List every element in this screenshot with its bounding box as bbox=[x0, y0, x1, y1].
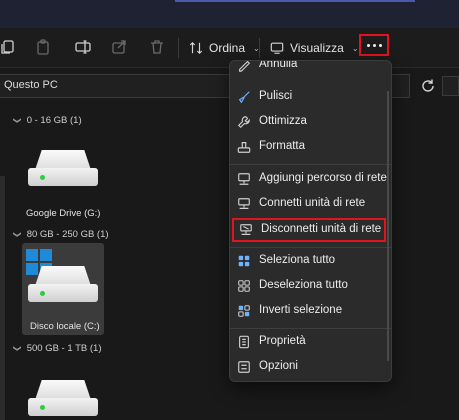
view-button[interactable]: Visualizza ⌄ bbox=[270, 36, 359, 60]
select-none-icon bbox=[236, 278, 252, 294]
network-location-icon bbox=[236, 171, 252, 187]
properties-icon bbox=[236, 334, 252, 350]
address-location: Questo PC bbox=[4, 79, 58, 91]
paste-icon[interactable] bbox=[34, 38, 52, 56]
menu-item-label: Proprietà bbox=[259, 335, 306, 347]
group-label: 0 - 16 GB (1) bbox=[26, 114, 82, 126]
group-header[interactable]: ❯ 500 GB - 1 TB (1) bbox=[12, 341, 102, 355]
menu-item-label: Seleziona tutto bbox=[259, 254, 336, 266]
toolbar-separator bbox=[178, 38, 179, 58]
chevron-down-icon: ⌄ bbox=[351, 43, 359, 53]
drive-led bbox=[40, 291, 45, 296]
group-header[interactable]: ❯ 0 - 16 GB (1) bbox=[12, 113, 82, 127]
chevron-icon: ❯ bbox=[12, 116, 22, 124]
menu-separator bbox=[230, 164, 391, 165]
rename-icon[interactable] bbox=[74, 38, 92, 56]
menu-scrollbar[interactable] bbox=[387, 91, 389, 361]
more-options-menu: Annulla Pulisci Ottimizza Formatta Aggiu… bbox=[229, 60, 392, 382]
drive-label: Google Drive (G:) bbox=[26, 208, 101, 219]
title-glow bbox=[175, 0, 415, 2]
menu-item-label: Ottimizza bbox=[259, 115, 307, 127]
menu-item-map-network-drive[interactable]: Connetti unità di rete bbox=[230, 192, 391, 216]
chevron-icon: ❯ bbox=[12, 344, 22, 352]
menu-item-label: Deseleziona tutto bbox=[259, 279, 348, 291]
search-box[interactable] bbox=[442, 76, 459, 96]
view-icon bbox=[270, 42, 284, 54]
menu-item-select-none[interactable]: Deseleziona tutto bbox=[230, 274, 391, 298]
options-icon bbox=[236, 359, 252, 375]
menu-item-add-network-location[interactable]: Aggiungi percorso di rete bbox=[230, 167, 391, 191]
menu-separator bbox=[230, 328, 391, 329]
sort-label: Ordina bbox=[209, 41, 246, 55]
menu-item-select-all[interactable]: Seleziona tutto bbox=[230, 249, 391, 273]
title-strip bbox=[0, 0, 459, 28]
menu-item-options[interactable]: Opzioni bbox=[230, 355, 391, 379]
group-label: 80 GB - 250 GB (1) bbox=[26, 228, 109, 240]
group-header[interactable]: ❯ 80 GB - 250 GB (1) bbox=[12, 227, 109, 241]
view-label: Visualizza bbox=[290, 41, 344, 55]
wrench-icon bbox=[236, 114, 252, 130]
map-drive-icon bbox=[236, 196, 252, 212]
share-icon[interactable] bbox=[110, 38, 128, 56]
menu-item-label: Connetti unità di rete bbox=[259, 197, 366, 209]
menu-item-label: Aggiungi percorso di rete bbox=[259, 172, 387, 184]
sort-button[interactable]: Ordina ⌄ bbox=[189, 36, 260, 60]
menu-item-label: Formatta bbox=[259, 140, 306, 152]
menu-item-label: Opzioni bbox=[259, 360, 298, 372]
more-icon bbox=[366, 43, 370, 47]
menu-item-format[interactable]: Formatta bbox=[230, 135, 391, 159]
invert-selection-icon bbox=[236, 303, 252, 319]
navigation-pane-edge bbox=[0, 176, 5, 420]
more-options-button[interactable] bbox=[359, 34, 389, 56]
select-all-icon bbox=[236, 253, 252, 269]
menu-item-label: Pulisci bbox=[259, 90, 293, 102]
undo-icon bbox=[236, 61, 252, 73]
disconnect-drive-icon bbox=[238, 222, 254, 238]
refresh-icon[interactable] bbox=[420, 78, 436, 94]
delete-icon[interactable] bbox=[148, 38, 166, 56]
menu-separator bbox=[230, 247, 391, 248]
group-label: 500 GB - 1 TB (1) bbox=[26, 342, 102, 354]
copy-icon[interactable] bbox=[0, 38, 18, 56]
menu-item-label: Inverti selezione bbox=[259, 304, 343, 316]
drive-label: Disco locale (C:) bbox=[30, 321, 100, 332]
sort-icon bbox=[189, 41, 203, 55]
menu-item-cleanup[interactable]: Pulisci bbox=[230, 85, 391, 109]
menu-item-label: Annulla bbox=[259, 60, 298, 70]
menu-item-invert-selection[interactable]: Inverti selezione bbox=[230, 299, 391, 323]
menu-item-properties[interactable]: Proprietà bbox=[230, 330, 391, 354]
menu-item-optimize[interactable]: Ottimizza bbox=[230, 110, 391, 134]
drive-led bbox=[40, 175, 45, 180]
menu-item-undo[interactable]: Annulla bbox=[230, 60, 391, 77]
menu-item-label: Disconnetti unità di rete bbox=[261, 223, 382, 235]
drive-led bbox=[40, 405, 45, 410]
format-icon bbox=[236, 139, 252, 155]
chevron-icon: ❯ bbox=[12, 230, 22, 238]
toolbar-separator bbox=[259, 38, 260, 58]
menu-item-disconnect-network-drive[interactable]: Disconnetti unità di rete bbox=[232, 218, 386, 242]
broom-icon bbox=[236, 89, 252, 105]
